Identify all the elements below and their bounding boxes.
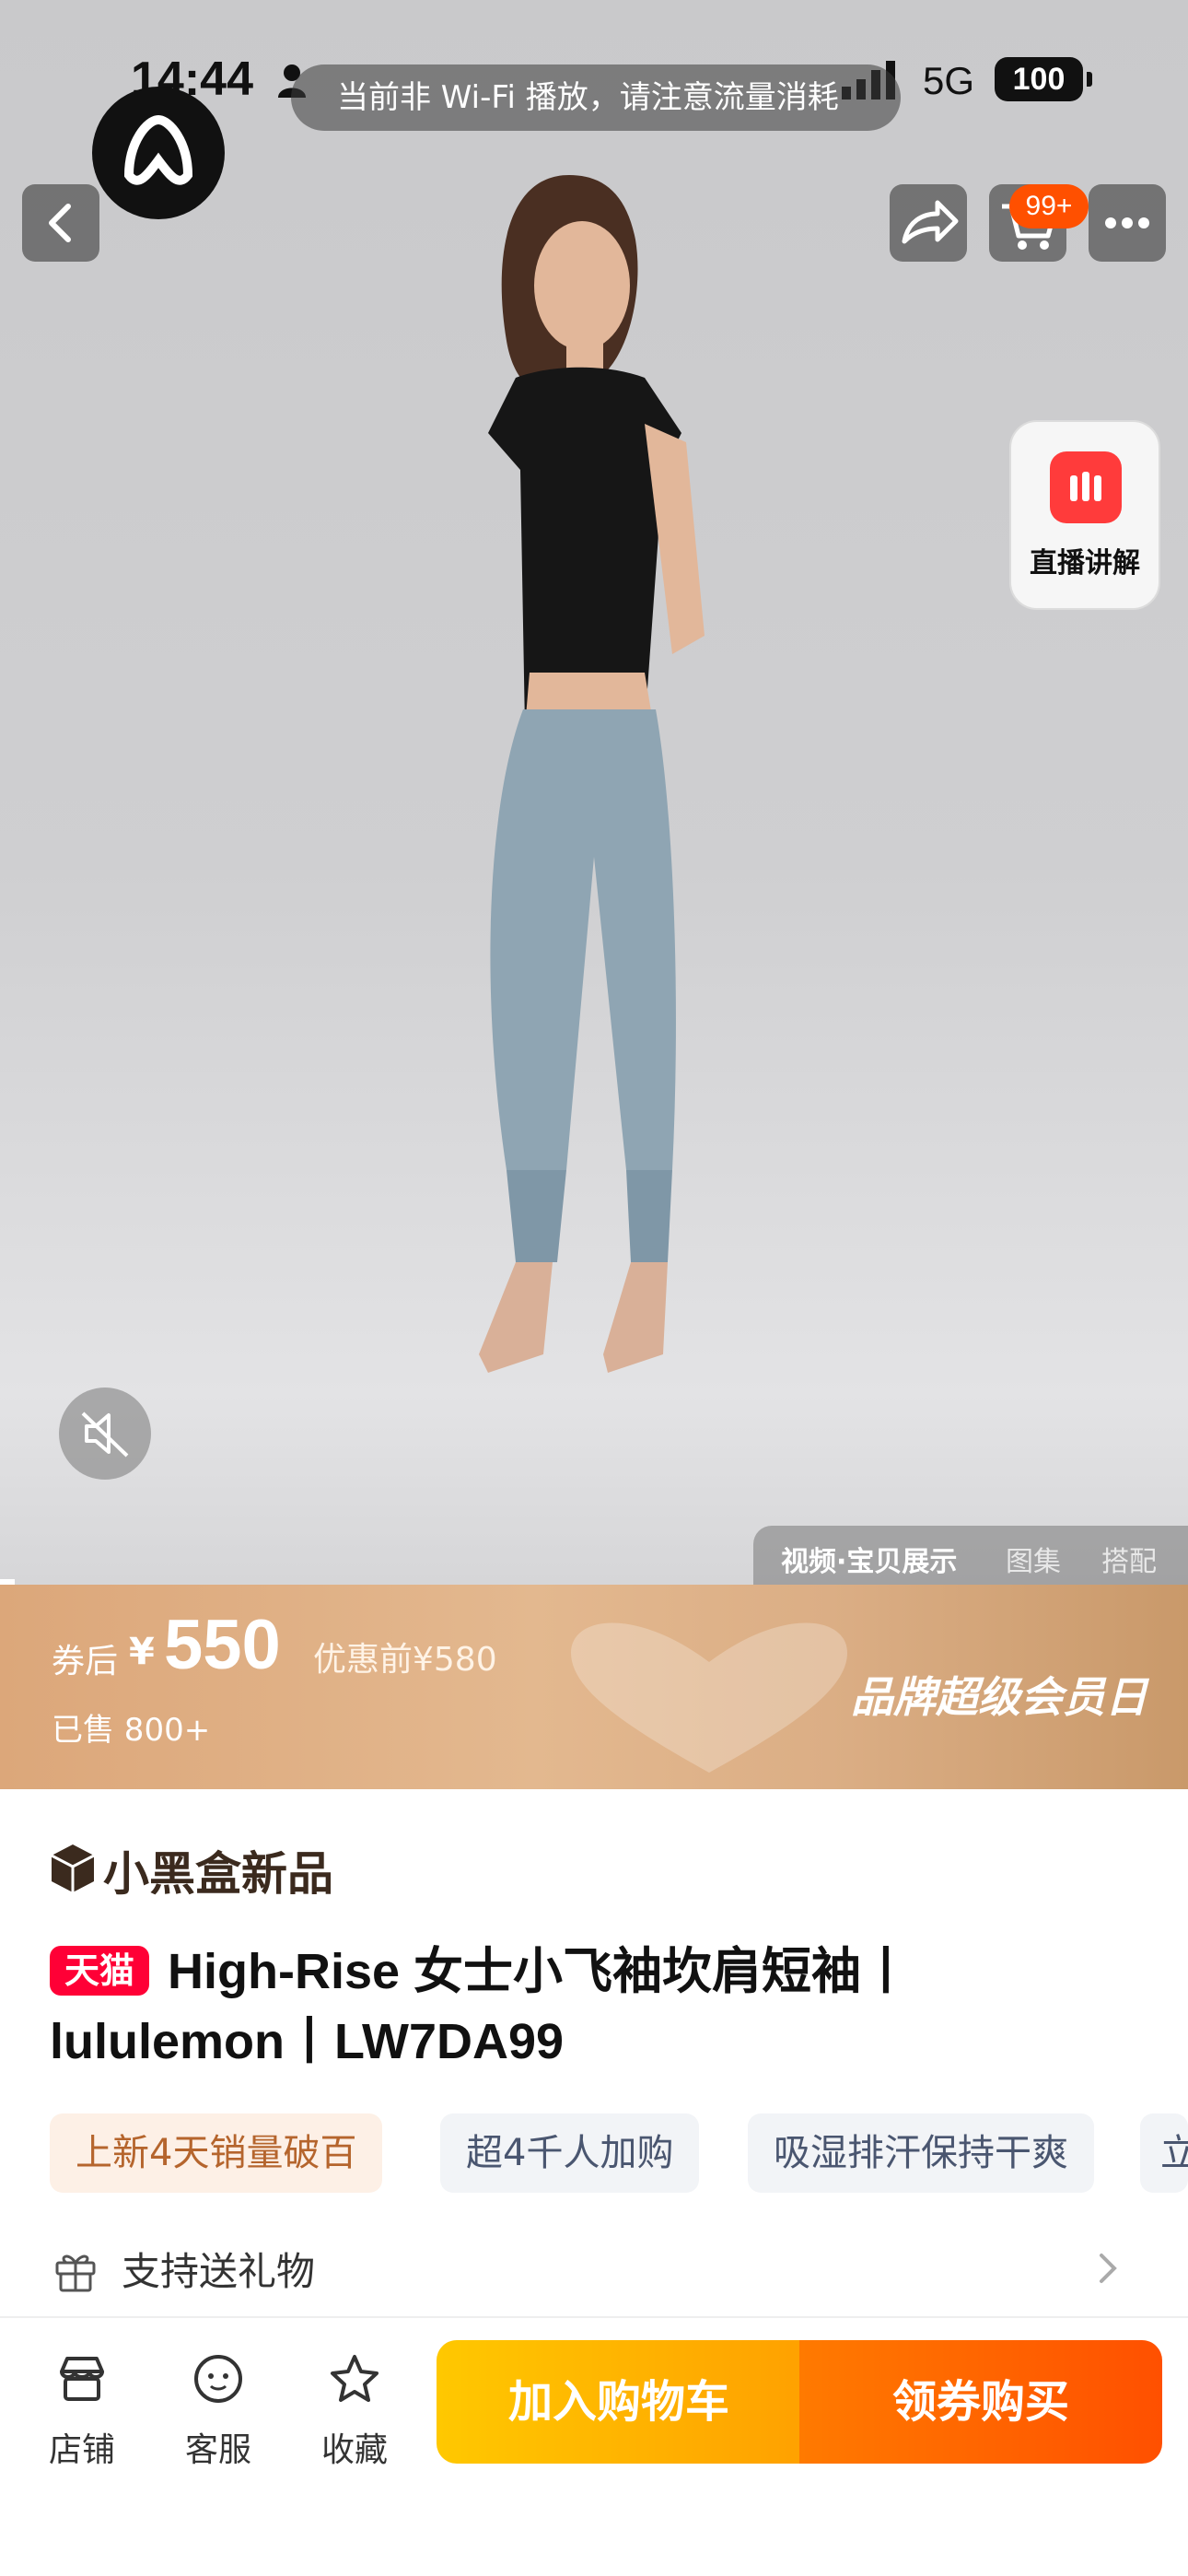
battery-indicator: 100 <box>995 57 1092 101</box>
chevron-right-icon <box>1100 2254 1117 2283</box>
cart-count-badge: 99+ <box>1009 184 1089 228</box>
chip-more[interactable]: 立 <box>1140 2113 1188 2193</box>
service-label: 客服 <box>184 2431 251 2469</box>
live-explain-card[interactable]: 直播讲解 <box>1009 420 1160 610</box>
tab-video[interactable]: 视频·宝贝展示 <box>781 1539 957 1579</box>
price-value: 550 <box>164 1606 281 1684</box>
gift-row[interactable]: 支持送礼物 <box>0 2215 1188 2316</box>
sold-count: 已售 800+ <box>52 1712 211 1749</box>
chip-cart-adds[interactable]: 超4千人加购 <box>440 2113 700 2193</box>
live-icon <box>1050 451 1122 523</box>
tab-gallery[interactable]: 图集 <box>1006 1539 1061 1579</box>
price-before-discount: 优惠前¥580 <box>313 1641 497 1679</box>
currency-symbol: ¥ <box>129 1631 155 1673</box>
new-arrival-tag: 小黑盒新品 <box>103 1847 333 1901</box>
chip-sales[interactable]: 上新4天销量破百 <box>50 2113 383 2193</box>
store-icon <box>60 2357 104 2401</box>
chip-feature[interactable]: 吸湿排汗保持干爽 <box>748 2113 1094 2193</box>
service-nav[interactable]: 客服 <box>168 2346 269 2469</box>
buy-now-button[interactable]: 领券购买 <box>799 2340 1162 2464</box>
service-icon <box>194 2355 242 2403</box>
media-tab-bar: 视频·宝贝展示 图集 搭配 <box>753 1526 1188 1585</box>
product-media[interactable]: 14:44 5G 100 当前非 Wi-Fi 播放，请注意流量消耗 99+ 直播… <box>0 0 1188 1585</box>
favorite-nav[interactable]: 收藏 <box>304 2346 405 2469</box>
brand-logo <box>92 87 225 219</box>
heart-watermark-icon <box>571 1622 847 1773</box>
data-usage-toast: 当前非 Wi-Fi 播放，请注意流量消耗 <box>291 64 901 131</box>
back-button[interactable] <box>22 184 99 262</box>
share-icon <box>902 200 959 244</box>
more-icon <box>1105 217 1149 228</box>
mute-button[interactable] <box>59 1388 151 1480</box>
more-button[interactable] <box>1089 184 1166 262</box>
add-to-cart-button[interactable]: 加入购物车 <box>437 2340 801 2464</box>
product-title: High-Rise 女士小飞袖坎肩短袖丨lululemon丨LW7DA99 <box>50 1944 912 2069</box>
coupon-after-label: 券后 <box>52 1643 119 1680</box>
tab-outfit[interactable]: 搭配 <box>1101 1539 1157 1579</box>
gift-label: 支持送礼物 <box>122 2249 316 2294</box>
gift-icon <box>55 2254 96 2292</box>
favorite-label: 收藏 <box>320 2431 388 2469</box>
price-banner: 券后 ¥ 550 优惠前¥580 已售 800+ 品牌超级会员日 <box>0 1585 1188 1789</box>
share-button[interactable] <box>890 184 967 262</box>
black-box-icon <box>51 1844 95 1892</box>
store-label: 店铺 <box>48 2431 115 2469</box>
mute-icon <box>81 1411 129 1458</box>
store-nav[interactable]: 店铺 <box>31 2346 133 2469</box>
product-info: 小黑盒新品 天猫 High-Rise 女士小飞袖坎肩短袖丨lululemon丨L… <box>0 1789 1188 2316</box>
product-photo <box>479 175 705 1373</box>
star-icon <box>331 2355 379 2402</box>
bottom-action-bar: 店铺 客服 收藏 加入购物车 领券购买 <box>0 2316 1188 2576</box>
campaign-title: 品牌超级会员日 <box>851 1672 1147 1722</box>
live-explain-label: 直播讲解 <box>1030 547 1140 580</box>
back-icon <box>49 204 71 242</box>
network-type: 5G <box>923 59 975 102</box>
